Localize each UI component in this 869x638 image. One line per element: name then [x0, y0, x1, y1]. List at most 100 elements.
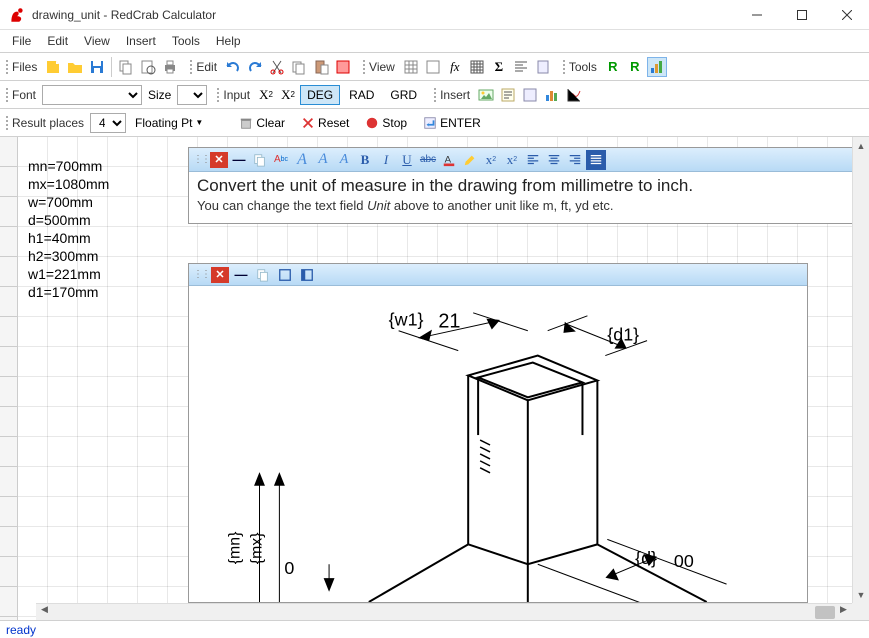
italic-icon[interactable]: I — [376, 150, 396, 170]
tool-chart-icon[interactable] — [647, 57, 667, 77]
reset-button[interactable]: Reset — [294, 113, 356, 133]
menu-view[interactable]: View — [76, 32, 118, 50]
copy-clipboard-icon[interactable] — [289, 57, 309, 77]
font-a1-icon[interactable]: A — [292, 150, 312, 170]
worksheet-grid[interactable]: mn=700mm mx=1080mm w=700mm d=500mm h1=40… — [18, 137, 869, 620]
floating-pt-button[interactable]: Floating Pt ▼ — [128, 113, 210, 133]
align-left-icon[interactable] — [523, 150, 543, 170]
var-item[interactable]: mx=1080mm — [28, 175, 109, 193]
toolbar-row-1: Files Edit View fx Σ Tools R R — [0, 52, 869, 80]
font-select[interactable] — [42, 85, 142, 105]
print-icon[interactable] — [160, 57, 180, 77]
tool-r2-icon[interactable]: R — [625, 57, 645, 77]
var-item[interactable]: h1=40mm — [28, 229, 109, 247]
enter-button[interactable]: ENTER — [416, 113, 488, 133]
maximize-button[interactable] — [779, 0, 824, 30]
highlight-icon[interactable] — [460, 150, 480, 170]
insert-text-icon[interactable] — [498, 85, 518, 105]
status-bar: ready — [0, 620, 869, 638]
redo-icon[interactable] — [245, 57, 265, 77]
deg-button[interactable]: DEG — [300, 85, 340, 105]
text-frame-content[interactable]: Convert the unit of measure in the drawi… — [189, 172, 858, 223]
rad-button[interactable]: RAD — [342, 85, 381, 105]
menu-help[interactable]: Help — [208, 32, 249, 50]
align-icon[interactable] — [511, 57, 531, 77]
copy-icon[interactable] — [116, 57, 136, 77]
page-view-icon[interactable] — [533, 57, 553, 77]
size-select[interactable]: 12 — [177, 85, 207, 105]
align-justify-icon[interactable] — [586, 150, 606, 170]
menu-edit[interactable]: Edit — [39, 32, 76, 50]
result-places-select[interactable]: 4 — [90, 113, 126, 133]
scroll-left-icon[interactable]: ◀ — [36, 604, 53, 615]
scroll-down-icon[interactable]: ▼ — [853, 586, 869, 603]
delete-icon[interactable] — [333, 57, 353, 77]
insert-box-icon[interactable] — [520, 85, 540, 105]
superscript-icon[interactable]: X2 — [256, 85, 276, 105]
font-a3-icon[interactable]: A — [334, 150, 354, 170]
var-item[interactable]: h2=300mm — [28, 247, 109, 265]
insert-plot-icon[interactable] — [564, 85, 584, 105]
tools-group-label: Tools — [563, 60, 601, 74]
align-center-icon[interactable] — [544, 150, 564, 170]
scroll-up-icon[interactable]: ▲ — [853, 137, 869, 154]
strike-icon[interactable]: abc — [418, 150, 438, 170]
svg-text:{d1}: {d1} — [607, 325, 639, 345]
font-color-icon[interactable]: A — [439, 150, 459, 170]
bold-icon[interactable]: B — [355, 150, 375, 170]
var-item[interactable]: d=500mm — [28, 211, 109, 229]
fx-icon[interactable]: fx — [445, 57, 465, 77]
frame-copy-icon[interactable] — [250, 150, 270, 170]
var-item[interactable]: d1=170mm — [28, 283, 109, 301]
menu-insert[interactable]: Insert — [118, 32, 164, 50]
vertical-scrollbar[interactable]: ▲ ▼ — [852, 137, 869, 603]
tool-r1-icon[interactable]: R — [603, 57, 623, 77]
var-item[interactable]: w=700mm — [28, 193, 109, 211]
text-subtitle: You can change the text field Unit above… — [197, 198, 850, 213]
drawing-frame2-icon[interactable] — [297, 265, 317, 285]
drawing-minimize-icon[interactable]: — — [231, 265, 251, 285]
var-item[interactable]: w1=221mm — [28, 265, 109, 283]
insert-image-icon[interactable] — [476, 85, 496, 105]
save-icon[interactable] — [87, 57, 107, 77]
menu-bar: File Edit View Insert Tools Help — [0, 30, 869, 52]
var-item[interactable]: mn=700mm — [28, 157, 109, 175]
menu-tools[interactable]: Tools — [164, 32, 208, 50]
font-style-icon[interactable]: Abc — [271, 150, 291, 170]
cut-icon[interactable] — [267, 57, 287, 77]
subscript-icon[interactable]: X2 — [278, 85, 298, 105]
scroll-right-icon[interactable]: ▶ — [835, 604, 852, 615]
drawing-copy-icon[interactable] — [253, 265, 273, 285]
files-group-label: Files — [6, 60, 41, 74]
frame-icon[interactable] — [423, 57, 443, 77]
open-file-icon[interactable] — [65, 57, 85, 77]
sup-x-icon[interactable]: x2 — [481, 150, 501, 170]
insert-chart-icon[interactable] — [542, 85, 562, 105]
menu-file[interactable]: File — [4, 32, 39, 50]
paste-icon[interactable] — [311, 57, 331, 77]
drawing-close-icon[interactable]: ✕ — [211, 267, 229, 283]
underline-icon[interactable]: U — [397, 150, 417, 170]
clear-button[interactable]: Clear — [232, 113, 292, 133]
sigma-icon[interactable]: Σ — [489, 57, 509, 77]
sub-x-icon[interactable]: x2 — [502, 150, 522, 170]
minimize-button[interactable] — [734, 0, 779, 30]
table-grid-icon[interactable] — [467, 57, 487, 77]
align-right-icon[interactable] — [565, 150, 585, 170]
horizontal-scrollbar[interactable]: ◀ ▶ — [36, 603, 852, 620]
drawing-frame1-icon[interactable] — [275, 265, 295, 285]
undo-icon[interactable] — [223, 57, 243, 77]
font-a2-icon[interactable]: A — [313, 150, 333, 170]
frame-minimize-icon[interactable]: — — [229, 150, 249, 170]
print-preview-icon[interactable] — [138, 57, 158, 77]
text-frame[interactable]: ⋮⋮ ✕ — Abc A A A B I U abc A x2 x2 — [188, 147, 859, 224]
grd-button[interactable]: GRD — [383, 85, 424, 105]
scroll-thumb[interactable] — [815, 606, 835, 619]
close-button[interactable] — [824, 0, 869, 30]
frame-close-icon[interactable]: ✕ — [210, 152, 228, 168]
drawing-frame[interactable]: ⋮⋮ ✕ — — [188, 263, 808, 603]
result-places-label: Result places — [6, 116, 88, 130]
stop-button[interactable]: Stop — [358, 113, 414, 133]
grid-icon[interactable] — [401, 57, 421, 77]
new-file-icon[interactable] — [43, 57, 63, 77]
